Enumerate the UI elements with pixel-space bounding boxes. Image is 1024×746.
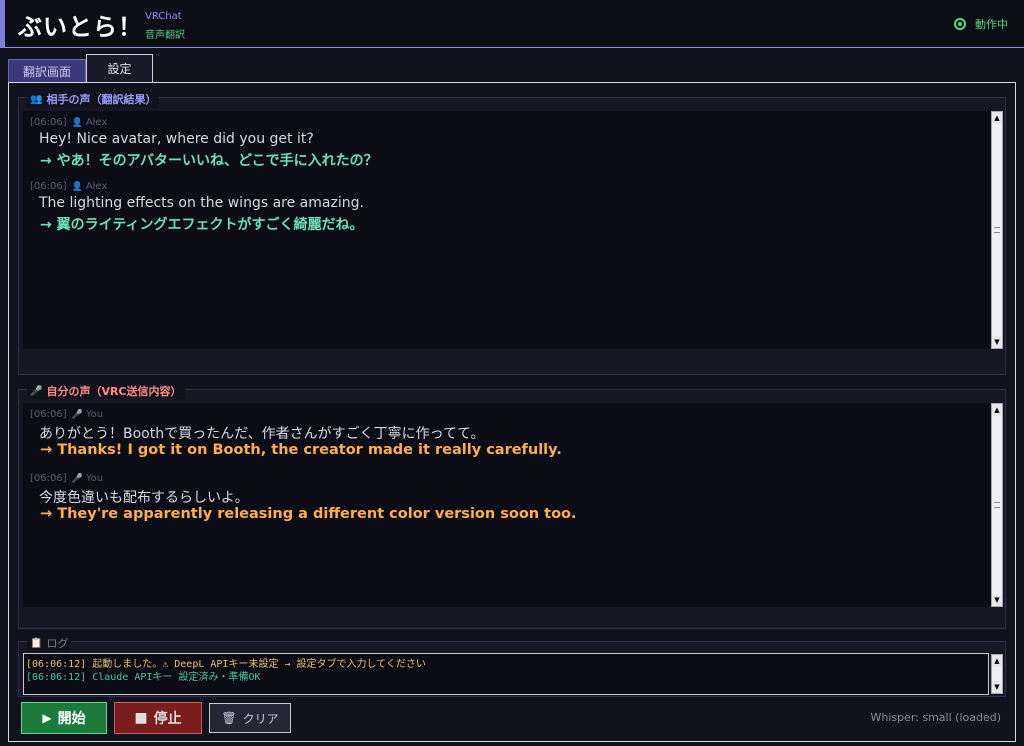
tab-translate[interactable]: 翻訳画面 [8,59,86,83]
stop-icon: ■ [134,710,148,726]
trash-icon: 🗑 [221,711,237,725]
log-scrollbar[interactable]: ▲ ▼ [991,654,1003,694]
list-item: [06:06] 🎤 You ありがとう！Boothで買ったんだ、作者さんがすごく… [30,408,562,461]
message-user: You [85,409,104,420]
partner-voice-group: 👥 相手の声（翻訳結果） [06:06] 👤 Alex Hey! Nice av… [18,91,1006,375]
scroll-up-icon[interactable]: ▲ [992,404,1002,416]
header: ぶいとら！ VRChat 音声翻訳 動作中 [0,0,1024,48]
user-icon: 👤 [71,117,83,128]
partner-scrollbar[interactable]: ▲ ▼ [991,111,1003,349]
app-title: ぶいとら！ [18,13,143,41]
list-item: [06:06] 👤 Alex Hey! Nice avatar, where d… [30,116,378,169]
log-label: 📋 ログ [27,635,72,651]
start-button[interactable]: ▶ 開始 [21,702,107,734]
stop-button[interactable]: ■ 停止 [114,702,202,734]
message-original: 今度色違いも配布するらしいよ。 [39,490,249,506]
radio-dot-icon [954,18,966,30]
message-user: Alex [85,117,108,128]
my-scrollbar[interactable]: ▲ ▼ [991,403,1003,607]
log-group: 📋 ログ [06:06:12] 起動しました。⚠ DeepL APIキー未設定 … [18,635,1006,697]
log-textbox[interactable]: [06:06:12] 起動しました。⚠ DeepL APIキー未設定 → 設定タ… [23,653,989,695]
message-time: [06:06] [30,181,67,192]
log-line: [06:06:12] 起動しました。⚠ DeepL APIキー未設定 → 設定タ… [26,659,426,670]
message-user: Alex [85,181,108,192]
scroll-grip-icon[interactable] [994,227,1000,233]
status-text: 動作中 [975,18,1008,31]
app-subtitle-vrchat: VRChat [145,11,182,22]
translate-panel: 👥 相手の声（翻訳結果） [06:06] 👤 Alex Hey! Nice av… [8,82,1016,742]
message-original: The lighting effects on the wings are am… [39,195,364,211]
list-item: [06:06] 👤 Alex The lighting effects on t… [30,180,364,233]
message-time: [06:06] [30,409,67,420]
microphone-icon: 🎤 [30,385,43,397]
scroll-grip-icon[interactable] [994,502,1000,508]
partner-voice-label: 👥 相手の声（翻訳結果） [27,91,160,107]
clear-button[interactable]: 🗑 クリア [209,703,291,733]
message-original: Hey! Nice avatar, where did you get it? [39,131,314,147]
app-window: ぶいとら！ VRChat 音声翻訳 動作中 翻訳画面 設定 👥 相手の声（翻訳結… [0,0,1024,746]
message-translation: → やあ！そのアバターいいね、どこで手に入れたの？ [40,153,378,169]
message-translation: → They're apparently releasing a differe… [40,506,577,522]
list-item: [06:06] 🎤 You 今度色違いも配布するらしいよ。 → They're … [30,472,577,525]
my-voice-group: 🎤 自分の声（VRC送信内容） [06:06] 🎤 You ありがとう！Boot… [18,383,1006,629]
scroll-up-icon[interactable]: ▲ [992,655,1002,667]
play-icon: ▶ [42,711,52,725]
message-translation: → 翼のライティングエフェクトがすごく綺麗だね。 [40,217,364,233]
scroll-down-icon[interactable]: ▼ [992,681,1002,693]
user-icon: 👤 [71,181,83,192]
message-original: ありがとう！Boothで買ったんだ、作者さんがすごく丁寧に作ってて。 [39,426,485,442]
scroll-down-icon[interactable]: ▼ [992,336,1002,348]
app-subtitle-voice: 音声翻訳 [145,30,185,41]
partner-message-list[interactable]: [06:06] 👤 Alex Hey! Nice avatar, where d… [23,111,991,349]
microphone-icon: 🎤 [71,409,83,420]
microphone-icon: 🎤 [71,473,83,484]
message-translation: → Thanks! I got it on Booth, the creator… [40,442,562,458]
scroll-down-icon[interactable]: ▼ [992,594,1002,606]
clipboard-icon: 📋 [30,637,43,649]
users-icon: 👥 [30,93,43,105]
status-indicator: 動作中 [954,16,1008,32]
message-time: [06:06] [30,473,67,484]
whisper-status: Whisper: small (loaded) [870,711,1001,724]
message-user: You [85,473,104,484]
my-voice-label: 🎤 自分の声（VRC送信内容） [27,383,185,399]
my-message-list[interactable]: [06:06] 🎤 You ありがとう！Boothで買ったんだ、作者さんがすごく… [23,403,991,607]
message-time: [06:06] [30,117,67,128]
tab-settings[interactable]: 設定 [86,54,153,82]
scroll-up-icon[interactable]: ▲ [992,112,1002,124]
log-line: [06:06:12] Claude APIキー 設定済み・準備OK [26,672,261,683]
